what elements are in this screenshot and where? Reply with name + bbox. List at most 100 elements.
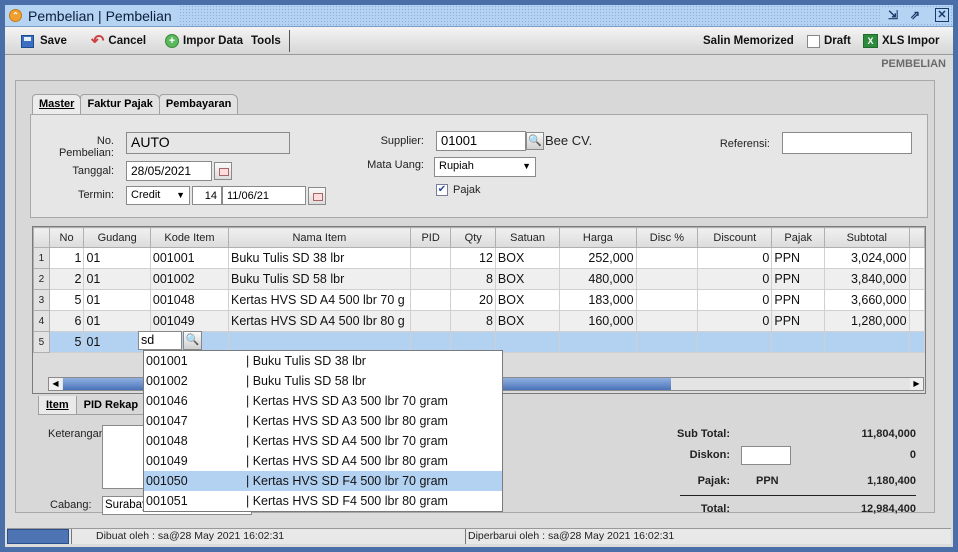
pajak-checkbox[interactable]: ✔ [436, 184, 448, 196]
col-header-disc-pct[interactable]: Disc % [635, 227, 699, 248]
cell-pajak[interactable]: PPN [771, 268, 826, 290]
tab-faktur-pajak[interactable]: Faktur Pajak [80, 94, 160, 114]
cell-qty[interactable]: 8 [450, 268, 496, 290]
referensi-field[interactable] [782, 132, 912, 154]
cell-harga[interactable]: 480,000 [559, 268, 637, 290]
tanggal-field[interactable]: 28/05/2021 [126, 161, 212, 181]
dropdown-option[interactable]: 001050 | Kertas HVS SD F4 500 lbr 70 gram [144, 471, 502, 491]
dropdown-option[interactable]: 001001 | Buku Tulis SD 38 lbr [144, 351, 502, 371]
table-row[interactable]: 3 5 01 001048 Kertas HVS SD A4 500 lbr 70 g 2… [33, 289, 925, 311]
tab-pid-rekap[interactable]: PID Rekap [75, 396, 147, 415]
cell-nama[interactable]: Buku Tulis SD 38 lbr [227, 247, 411, 269]
row-header[interactable]: 5 [33, 331, 50, 353]
cell-kode[interactable]: 001049 [149, 310, 229, 332]
cell-subtotal[interactable]: 3,024,000 [824, 247, 910, 269]
col-header-qty[interactable]: Qty [450, 227, 496, 248]
cell-discount[interactable]: 0 [697, 268, 773, 290]
cell-qty[interactable]: 8 [450, 310, 496, 332]
cell-disc-pct[interactable] [635, 310, 699, 332]
cell-discount[interactable]: 0 [697, 289, 773, 311]
scroll-left-icon[interactable]: ◀ [49, 378, 62, 390]
cell-satuan[interactable]: BOX [494, 310, 561, 332]
row-header[interactable]: 3 [33, 289, 50, 311]
cell-satuan[interactable]: BOX [494, 247, 561, 269]
cell-pajak[interactable] [771, 331, 826, 353]
title-bar[interactable]: ⌃ Pembelian | Pembelian ⇲ ⇗ ✕ [5, 5, 953, 27]
search-icon[interactable]: 🔍 [526, 132, 544, 150]
close-icon[interactable]: ✕ [935, 8, 949, 22]
cell-gudang[interactable]: 01 [83, 247, 151, 269]
cell-kode[interactable]: 001048 [149, 289, 229, 311]
cell-satuan[interactable]: BOX [494, 268, 561, 290]
cell-no[interactable]: 1 [48, 247, 85, 269]
cell-discount[interactable] [697, 331, 773, 353]
xls-impor-button[interactable]: X XLS Impor [863, 27, 940, 55]
cell-pid[interactable] [409, 268, 452, 290]
dropdown-option[interactable]: 001049 | Kertas HVS SD A4 500 lbr 80 gram [144, 451, 502, 471]
cell-discount[interactable]: 0 [697, 247, 773, 269]
col-header-no[interactable]: No [48, 227, 85, 248]
row-header[interactable]: 4 [33, 310, 50, 332]
cell-gudang[interactable]: 01 [83, 310, 151, 332]
search-icon[interactable]: 🔍 [183, 331, 202, 350]
cell-no[interactable]: 5 [48, 331, 85, 353]
cell-harga[interactable] [559, 331, 637, 353]
termin-date-field[interactable]: 11/06/21 [222, 186, 306, 205]
tab-master[interactable]: Master [32, 94, 82, 115]
table-row[interactable]: 1 1 01 001001 Buku Tulis SD 38 lbr 12 BOX 252,0… [33, 247, 925, 269]
cell-harga[interactable]: 160,000 [559, 310, 637, 332]
maximize-icon[interactable]: ⇗ [907, 7, 923, 23]
termin-days-field[interactable]: 14 [192, 186, 222, 205]
cell-subtotal[interactable]: 3,660,000 [824, 289, 910, 311]
cell-subtotal[interactable]: 1,280,000 [824, 310, 910, 332]
cell-satuan[interactable]: BOX [494, 289, 561, 311]
col-header-discount[interactable]: Discount [697, 227, 773, 248]
cell-subtotal[interactable] [824, 331, 910, 353]
cell-disc-pct[interactable] [635, 268, 699, 290]
cell-qty[interactable]: 20 [450, 289, 496, 311]
cell-nama[interactable]: Kertas HVS SD A4 500 lbr 80 g [227, 310, 411, 332]
dropdown-option[interactable]: 001051 | Kertas HVS SD F4 500 lbr 80 gram [144, 491, 502, 511]
dropdown-option[interactable]: 001047 | Kertas HVS SD A3 500 lbr 80 gram [144, 411, 502, 431]
col-header-kode-item[interactable]: Kode Item [149, 227, 229, 248]
tab-item[interactable]: Item [38, 396, 77, 415]
scroll-right-icon[interactable]: ▶ [910, 378, 923, 390]
cell-harga[interactable]: 183,000 [559, 289, 637, 311]
cancel-button[interactable]: ↶ Cancel [91, 27, 146, 55]
draft-checkbox[interactable]: Draft [807, 27, 851, 55]
cell-pid[interactable] [409, 247, 452, 269]
dropdown-option[interactable]: 001046 | Kertas HVS SD A3 500 lbr 70 gram [144, 391, 502, 411]
dropdown-option[interactable]: 001002 | Buku Tulis SD 58 lbr [144, 371, 502, 391]
row-header[interactable]: 1 [33, 247, 50, 269]
cell-gudang[interactable]: 01 [83, 268, 151, 290]
salin-memorized-button[interactable]: Salin Memorized [703, 27, 794, 55]
cell-disc-pct[interactable] [635, 331, 699, 353]
save-button[interactable]: Save [21, 27, 67, 55]
tab-pembayaran[interactable]: Pembayaran [158, 94, 239, 114]
termin-select[interactable]: Credit ▼ [126, 186, 190, 205]
cell-nama[interactable]: Buku Tulis SD 58 lbr [227, 268, 411, 290]
diskon-input[interactable] [741, 446, 791, 465]
cell-pajak[interactable]: PPN [771, 247, 826, 269]
row-header[interactable]: 2 [33, 268, 50, 290]
dropdown-option[interactable]: 001048 | Kertas HVS SD A4 500 lbr 70 gram [144, 431, 502, 451]
col-header-subtotal[interactable]: Subtotal [824, 227, 910, 248]
cell-gudang[interactable]: 01 [83, 289, 151, 311]
cell-no[interactable]: 5 [48, 289, 85, 311]
col-header-satuan[interactable]: Satuan [494, 227, 561, 248]
cell-no[interactable]: 2 [48, 268, 85, 290]
col-header-harga[interactable]: Harga [559, 227, 637, 248]
cell-disc-pct[interactable] [635, 247, 699, 269]
calendar-icon[interactable] [214, 162, 232, 180]
mata-uang-select[interactable]: Rupiah ▼ [434, 157, 536, 177]
cell-harga[interactable]: 252,000 [559, 247, 637, 269]
cell-no[interactable]: 6 [48, 310, 85, 332]
cell-nama[interactable]: Kertas HVS SD A4 500 lbr 70 g [227, 289, 411, 311]
cell-pajak[interactable]: PPN [771, 310, 826, 332]
col-header-pid[interactable]: PID [409, 227, 452, 248]
calendar-icon[interactable] [308, 187, 326, 205]
cell-pid[interactable] [409, 310, 452, 332]
table-row[interactable]: 2 2 01 001002 Buku Tulis SD 58 lbr 8 BOX 480,00… [33, 268, 925, 290]
table-row[interactable]: 4 6 01 001049 Kertas HVS SD A4 500 lbr 80 g 8… [33, 310, 925, 332]
kode-item-edit-input[interactable]: sd [138, 331, 182, 350]
